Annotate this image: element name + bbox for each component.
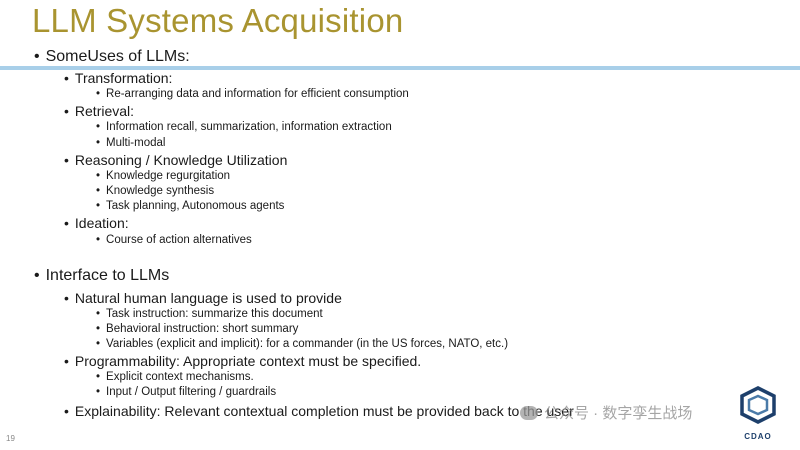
cdao-logo: CDAO	[740, 386, 776, 441]
section-heading-uses: • SomeUses of LLMs:	[34, 48, 190, 66]
list-item: • Transformation:	[64, 70, 172, 86]
logo-text: CDAO	[744, 432, 772, 441]
list-item: • Retrieval:	[64, 103, 134, 119]
slide-title: LLM Systems Acquisition	[32, 2, 404, 39]
item-label: Retrieval:	[74, 103, 135, 119]
sub-item-label: Input / Output filtering / guardrails	[106, 386, 277, 398]
sub-item: • Multi-modal	[96, 137, 165, 149]
wechat-icon	[520, 406, 538, 420]
sub-item-label: Course of action alternatives	[106, 234, 252, 246]
bullet: •	[96, 323, 101, 335]
sub-item: • Behavioral instruction: short summary	[96, 323, 298, 335]
sub-item-label: Behavioral instruction: short summary	[106, 323, 299, 335]
bullet: •	[96, 121, 101, 133]
watermark: 公众号 · 数字孪生战场	[520, 402, 692, 423]
item-label: Transformation:	[74, 70, 173, 86]
bullet: •	[64, 152, 69, 168]
watermark-text: 公众号 · 数字孪生战场	[544, 405, 693, 422]
sub-item-label: Explicit context mechanisms.	[106, 371, 254, 383]
item-label: Reasoning / Knowledge Utilization	[74, 152, 288, 168]
item-label: Natural human language is used to provid…	[74, 290, 342, 306]
item-label: Ideation:	[74, 215, 129, 231]
sub-item: • Explicit context mechanisms.	[96, 371, 254, 383]
sub-item-label: Information recall, summarization, infor…	[106, 121, 392, 133]
bullet: •	[64, 403, 69, 419]
sub-item: • Task instruction: summarize this docume…	[96, 308, 323, 320]
sub-item: • Task planning, Autonomous agents	[96, 200, 284, 212]
bullet: •	[96, 200, 101, 212]
bullet: •	[64, 290, 69, 306]
bullet: •	[96, 170, 101, 182]
list-item: • Programmability: Appropriate context mu…	[64, 353, 421, 369]
sub-item-label: Multi-modal	[106, 137, 166, 149]
bullet: •	[64, 70, 69, 86]
sub-item: • Knowledge synthesis	[96, 185, 214, 197]
bullet: •	[96, 137, 101, 149]
page-number: 19	[6, 434, 15, 443]
item-label: Explainability: Relevant contextual comp…	[74, 403, 574, 419]
section-label: Interface to LLMs	[45, 267, 170, 284]
sub-item: • Knowledge regurgitation	[96, 170, 230, 182]
bullet: •	[34, 267, 40, 284]
sub-item-label: Task planning, Autonomous agents	[106, 200, 285, 212]
sub-item: • Course of action alternatives	[96, 234, 252, 246]
section-label: SomeUses of LLMs:	[45, 48, 190, 65]
bullet: •	[96, 386, 101, 398]
bullet: •	[64, 353, 69, 369]
sub-item: • Variables (explicit and implicit): for …	[96, 338, 508, 350]
bullet: •	[64, 103, 69, 119]
list-item: • Ideation:	[64, 215, 129, 231]
item-label: Programmability: Appropriate context mus…	[74, 353, 422, 369]
sub-item-label: Re-arranging data and information for ef…	[106, 88, 409, 100]
bullet: •	[96, 185, 101, 197]
bullet: •	[96, 88, 101, 100]
list-item: • Reasoning / Knowledge Utilization	[64, 152, 287, 168]
sub-item: • Information recall, summarization, info…	[96, 121, 392, 133]
sub-item: • Input / Output filtering / guardrails	[96, 386, 276, 398]
sub-item-label: Task instruction: summarize this documen…	[106, 308, 323, 320]
bullet: •	[34, 48, 40, 65]
bullet: •	[64, 215, 69, 231]
bullet: •	[96, 308, 101, 320]
bullet: •	[96, 234, 101, 246]
section-heading-interface: • Interface to LLMs	[34, 267, 169, 285]
list-item: • Natural human language is used to provi…	[64, 290, 342, 306]
list-item: • Explainability: Relevant contextual com…	[64, 403, 574, 419]
bullet: •	[96, 338, 101, 350]
bullet: •	[96, 371, 101, 383]
sub-item: • Re-arranging data and information for e…	[96, 88, 409, 100]
sub-item-label: Variables (explicit and implicit): for a…	[106, 338, 509, 350]
sub-item-label: Knowledge regurgitation	[106, 170, 231, 182]
sub-item-label: Knowledge synthesis	[106, 185, 215, 197]
